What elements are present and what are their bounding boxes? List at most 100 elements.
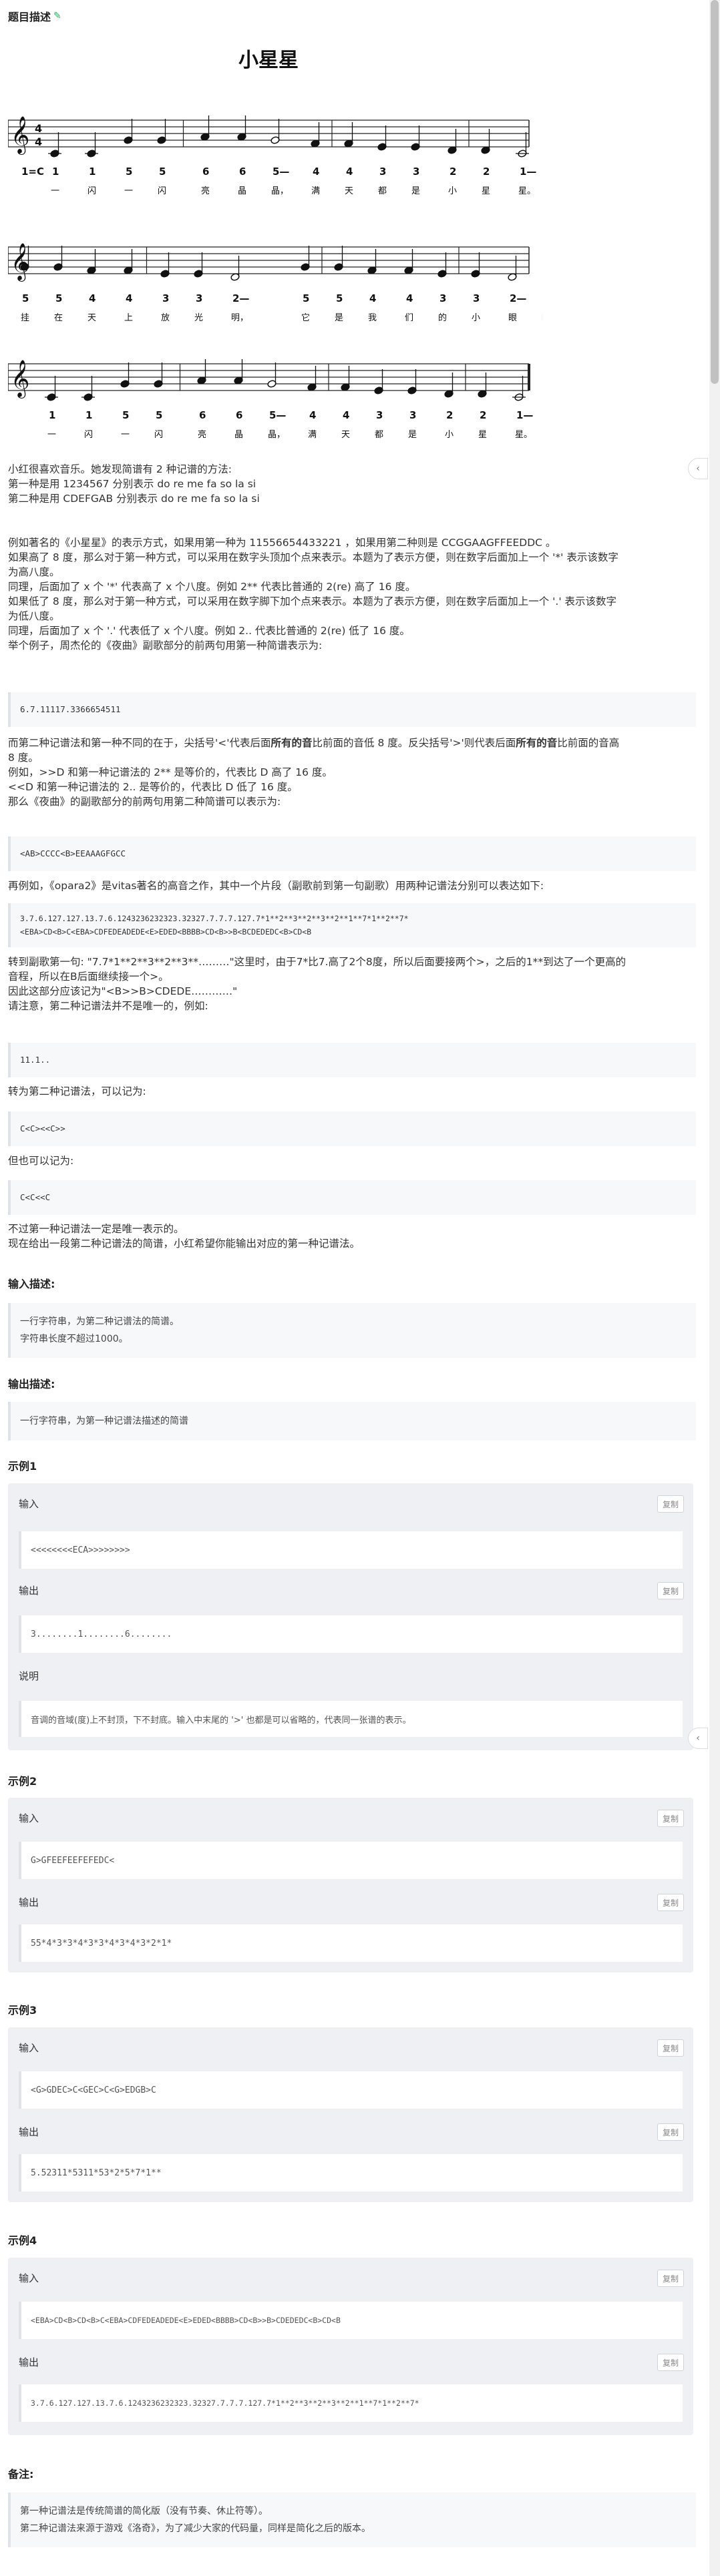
lyric-character: 闪 <box>84 430 93 440</box>
conclusion-paragraph: 不过第一种记谱法一定是唯一表示的。 现在给出一段第二种记谱法的简谱，小红希望你能… <box>8 1222 696 1251</box>
text-line: 小红很喜欢音乐。她发现简谱有 2 种记谱的方法: <box>8 463 232 475</box>
jianpu-number: 2— <box>232 292 249 304</box>
text-line: 一行字符串，为第一种记谱法描述的简谱 <box>20 1416 188 1427</box>
copy-output-button[interactable]: 复制 <box>657 2123 684 2141</box>
lyric-character: 晶 <box>238 186 246 196</box>
text-span: 比前面的音低 8 度。反尖括号'>'则代表后面 <box>312 737 516 749</box>
lyric-character: 满 <box>308 430 317 440</box>
lyric-character: 闪 <box>154 430 163 440</box>
copy-input-button[interactable]: 复制 <box>657 2039 684 2057</box>
chorus-paragraph: 转到副歌第一句: "7.7*1**2**3**2**3**………"这里时，由于7… <box>8 955 696 1013</box>
text-line: 不过第一种记谱法一定是唯一表示的。 <box>8 1223 184 1235</box>
jianpu-number: 4 <box>369 292 376 304</box>
sample-input-box[interactable]: <G>GDEC>C<GEC>C<G>EDGB>C <box>19 2071 683 2109</box>
lyric-character: 晶， <box>268 430 285 440</box>
jianpu-number: 3 <box>473 292 480 304</box>
jianpu-number: 6 <box>236 409 242 421</box>
sample-output-box[interactable]: 5.52311*5311*53*2*5*7*1** <box>19 2154 683 2192</box>
jianpu-number: 5 <box>22 292 29 304</box>
jianpu-number: 1— <box>520 166 536 178</box>
lyric-character: 在 <box>54 313 63 323</box>
jianpu-number: 2 <box>483 166 490 178</box>
jianpu-number: 5 <box>156 409 162 421</box>
jianpu-number: 5 <box>55 292 62 304</box>
lyric-character: 挂 <box>21 313 29 323</box>
sample-input-box[interactable]: <EBA>CD<B>CD<B>C<EBA>CDFEDEADEDE<E>EDED<… <box>19 2302 683 2339</box>
bracket-paragraph: 而第二种记谱法和第一种不同的在于，尖括号'<'代表后面所有的音比前面的音低 8 … <box>8 736 696 809</box>
time-signature: 4 <box>35 136 42 148</box>
key-signature: 1=C <box>21 166 44 178</box>
explain-label: 说明 <box>19 1670 39 1682</box>
lyric-character: 是 <box>335 313 343 323</box>
sample-output-box[interactable]: 3.7.6.127.127.13.7.6.1243236232323.32327… <box>19 2384 683 2422</box>
lyric-character: 满 <box>311 186 320 196</box>
pencil-icon[interactable]: ✎ <box>53 11 61 21</box>
code-line: 3.7.6.127.127.13.7.6.1243236232323.32327… <box>20 914 409 923</box>
lyric-character: 星 <box>478 430 487 440</box>
code-line: 6.7.11117.3366654511 <box>20 704 121 714</box>
collapse-panel-chevron-icon[interactable]: ‹ <box>688 458 708 479</box>
code-block: <AB>CCCC<B>EEAAAGFGCC <box>8 836 696 871</box>
jianpu-number: 4 <box>406 292 413 304</box>
sample-input-box[interactable]: G>GFEEFEEFEFEDC< <box>19 1842 683 1879</box>
copy-input-button[interactable]: 复制 <box>657 1810 684 1827</box>
sample-output-box[interactable]: 3........1........6........ <box>19 1615 683 1653</box>
jianpu-number: 6 <box>199 409 206 421</box>
input-label: 输入 <box>19 2272 39 2284</box>
jianpu-number: 4 <box>309 409 316 421</box>
jianpu-number: 1 <box>85 409 92 421</box>
code-line: <AB>CCCC<B>EEAAAGFGCC <box>20 848 126 858</box>
output-description-box: 一行字符串，为第一种记谱法描述的简谱 <box>8 1402 696 1441</box>
input-description-box: 一行字符串，为第二种记谱法的简谱。 字符串长度不超过1000。 <box>8 1303 696 1358</box>
jianpu-number: 6 <box>202 166 209 178</box>
lyric-character: 晶， <box>271 186 289 196</box>
sample-card: 输入 复制 <<<<<<<<ECA>>>>>>>> 输出 复制 3.......… <box>8 1483 693 1750</box>
sample-output-box[interactable]: 55*4*3*3*4*3*3*4*3*4*3*2*1* <box>19 1924 683 1962</box>
output-label: 输出 <box>19 2126 39 2138</box>
jianpu-number: 3 <box>413 166 419 178</box>
bold-text: 所有的音 <box>271 737 313 749</box>
output-label: 输出 <box>19 1585 39 1597</box>
code-line: 11.1.. <box>20 1055 51 1065</box>
jianpu-number: 1 <box>89 166 96 178</box>
copy-input-button[interactable]: 复制 <box>657 2270 684 2287</box>
code-block: 6.7.11117.3366654511 <box>8 692 696 727</box>
lyric-character: 它 <box>301 312 310 323</box>
scrollbar-track[interactable] <box>709 0 720 2576</box>
code-block: 11.1.. <box>8 1043 696 1077</box>
text-line: 例如，>>D 和第一种记谱法的 2** 是等价的，代表比 D 高了 16 度。 <box>8 766 333 778</box>
text-span: 而第二种记谱法和第一种不同的在于，尖括号'<'代表后面 <box>8 737 271 749</box>
text-line: 举个例子，周杰伦的《夜曲》副歌部分的前两句用第一种简谱表示为: <box>8 639 323 652</box>
lyric-character: 是 <box>411 186 420 196</box>
text-line: 8 度。 <box>8 752 39 764</box>
treble-clef-icon: 𝄞 <box>11 360 29 399</box>
collapse-panel-chevron-icon[interactable]: ‹ <box>688 1728 708 1749</box>
octave-paragraph: 例如著名的《小星星》的表示方式，如果用第一种为 11556654433221 ，… <box>8 535 696 653</box>
copy-input-button[interactable]: 复制 <box>657 1495 684 1513</box>
scrollbar-thumb[interactable] <box>711 0 719 384</box>
copy-output-button[interactable]: 复制 <box>657 1894 684 1911</box>
score-title: 小星星 <box>238 49 299 72</box>
text-line: 为低八度。 <box>8 610 60 622</box>
input-label: 输入 <box>19 1498 39 1510</box>
jianpu-number: 5— <box>273 166 289 178</box>
sample-input-box[interactable]: <<<<<<<<ECA>>>>>>>> <box>19 1531 683 1569</box>
jianpu-number: 4 <box>313 166 319 178</box>
lyric-character: 晶 <box>234 430 243 440</box>
text-line: 例如著名的《小星星》的表示方式，如果用第一种为 11556654433221 ，… <box>8 537 556 549</box>
jianpu-number: 4 <box>343 409 349 421</box>
text-line: 第一种记谱法是传统简谱的简化版（没有节奏、休止符等）。 <box>20 2506 268 2517</box>
sample-explanation-box: 音调的音域(度)上不封顶，下不封底。输入中末尾的 '>' 也都是可以省略的，代表… <box>19 1701 683 1737</box>
page: 题目描述 ✎ 小星星 𝄞 4 4 1=C 1 1 5 5 6 6 5— 4 4 3 3 2 2 1— 一闪一闪亮晶晶，… <box>0 0 708 2576</box>
jianpu-number: 4 <box>346 166 353 178</box>
text-line: 第二种是用 CDEFGAB 分别表示 do re me fa so la si <box>8 493 260 505</box>
staff-row: 𝄞 441=C 1 1 5 5 6 6 5— 4 4 3 3 2 2 1—一闪一闪亮晶晶，满天都是小星星。 <box>8 115 536 196</box>
lyric-character: 一 <box>47 430 56 440</box>
text-line: 现在给出一段第二种记谱法的简谱，小红希望你能输出对应的第一种记谱法。 <box>8 1238 361 1250</box>
copy-output-button[interactable]: 复制 <box>657 1582 684 1599</box>
copy-output-button[interactable]: 复制 <box>657 2354 684 2371</box>
input-description-heading: 输入描述: <box>8 1278 55 1290</box>
remarks-heading: 备注: <box>8 2468 34 2481</box>
text-span: 比前面的音高 <box>557 737 620 749</box>
jianpu-number: 3 <box>379 166 386 178</box>
